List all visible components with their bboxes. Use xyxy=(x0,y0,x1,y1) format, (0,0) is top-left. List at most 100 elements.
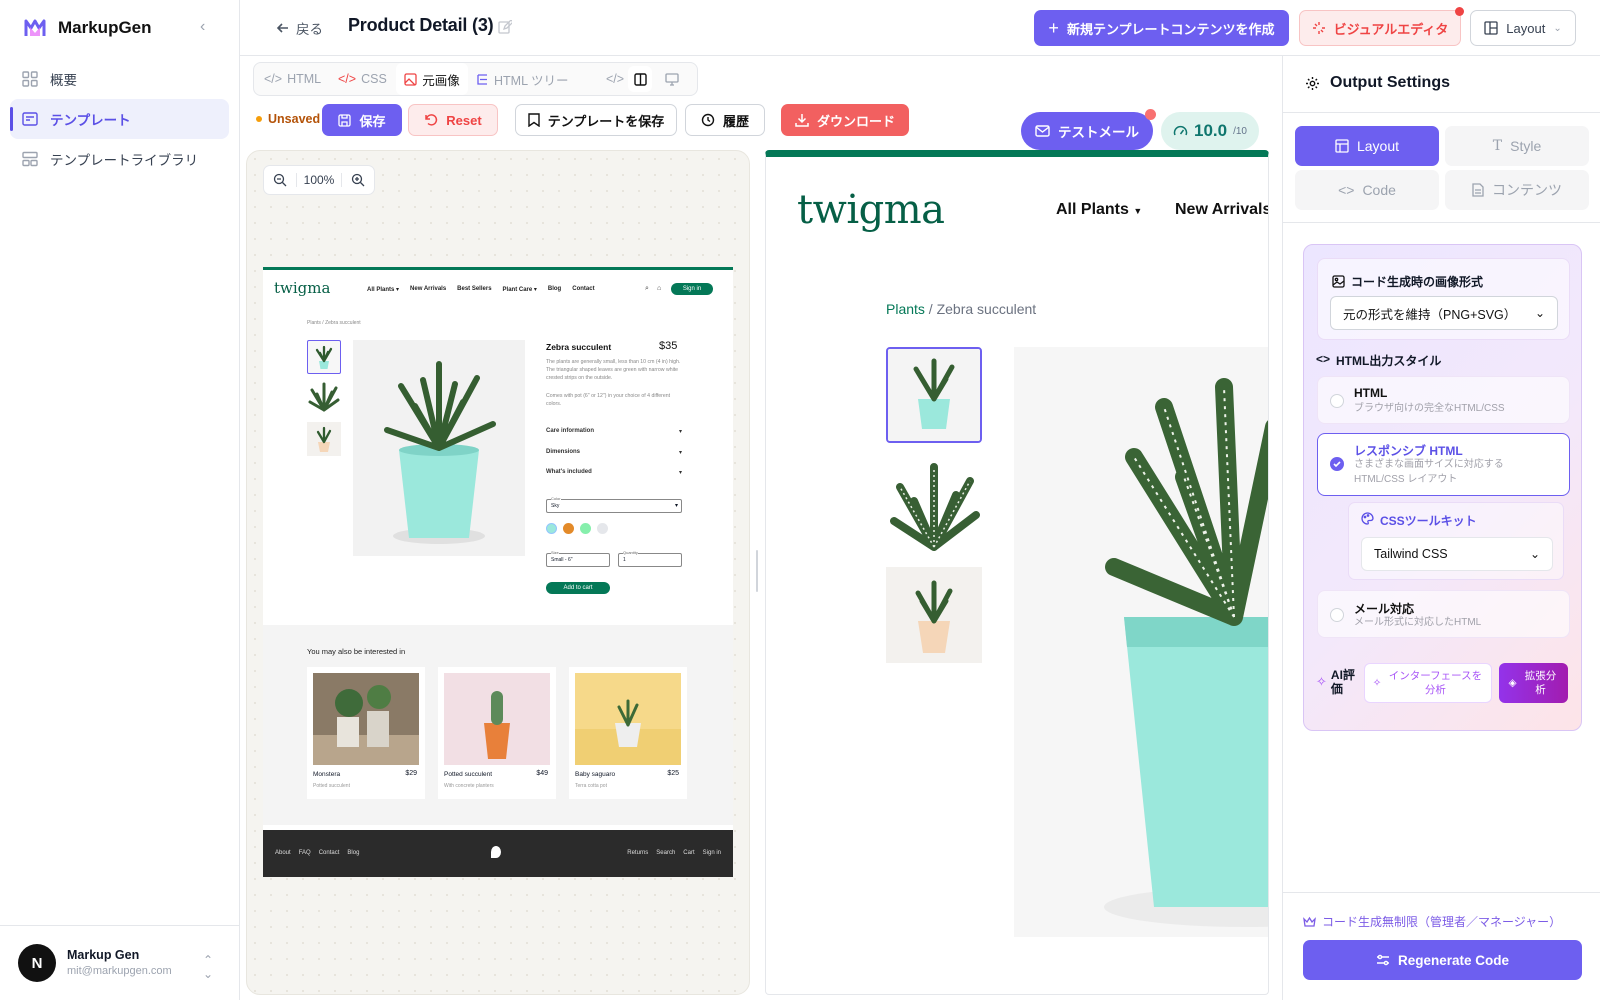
tab-html-tree[interactable]: HTML ツリー xyxy=(476,63,580,95)
tab-label: CSS xyxy=(361,72,387,86)
reset-button[interactable]: Reset xyxy=(408,104,498,136)
desktop-view-icon[interactable] xyxy=(660,63,684,95)
preview-main-image xyxy=(1014,347,1268,937)
user-name: Markup Gen xyxy=(67,948,140,962)
save-button[interactable]: 保存 xyxy=(322,104,402,136)
mini-related-sub: Potted succulent xyxy=(313,783,350,789)
mini-accordion-label: Care information xyxy=(546,428,595,434)
generation-limit-text: コード生成無制限（管理者／マネージャー） xyxy=(1322,915,1562,929)
sparkle-icon xyxy=(1312,21,1326,35)
option-email[interactable]: メール対応 メール形式に対応したHTML xyxy=(1317,590,1570,638)
brand[interactable]: MarkupGen xyxy=(24,14,152,42)
mini-footer: About FAQ Contact Blog Returns Search Ca… xyxy=(263,830,733,877)
regenerate-code-button[interactable]: Regenerate Code xyxy=(1303,940,1582,980)
sidebar-item-template-library[interactable]: テンプレートライブラリ xyxy=(10,139,229,179)
option-responsive-html[interactable]: レスポンシブ HTML さまざまな画面サイズに対応する HTML/CSS レイア… xyxy=(1317,433,1570,496)
source-preview-panel: 100% twigma All Plants ▾ New Arrivals Be… xyxy=(246,150,750,995)
image-format-value: 元の形式を維持（PNG+SVG） xyxy=(1343,307,1517,322)
notification-dot xyxy=(1455,7,1464,16)
edit-title-icon[interactable] xyxy=(498,20,512,34)
settings-title-text: Output Settings xyxy=(1330,74,1450,91)
quality-score-badge[interactable]: 10.0/10 xyxy=(1161,112,1259,150)
sidebar-item-templates[interactable]: テンプレート xyxy=(10,99,229,139)
gear-icon xyxy=(1305,76,1320,91)
mini-swatch xyxy=(597,523,608,534)
tab-code[interactable]: <> Code xyxy=(1295,170,1439,210)
tab-label: HTML xyxy=(287,72,322,86)
sidebar-item-overview[interactable]: 概要 xyxy=(10,59,229,99)
mini-footer-link: Cart xyxy=(683,850,695,856)
code-icon: </> xyxy=(264,72,283,86)
tab-label: Layout xyxy=(1356,138,1400,154)
split-view-icon[interactable] xyxy=(628,66,652,92)
test-mail-button[interactable]: テストメール xyxy=(1021,109,1156,150)
mini-nav-item: All Plants ▾ xyxy=(367,287,400,293)
header: 戻る Product Detail (3) + 新規テンプレートコンテンツを作成… xyxy=(240,0,1600,56)
sparkles-icon: ✧ xyxy=(1316,674,1327,689)
mini-footer-right: Returns Search Cart Sign in xyxy=(627,850,721,856)
mini-thumb xyxy=(307,380,341,414)
extended-analysis-label: 拡張分析 xyxy=(1524,670,1557,696)
back-button[interactable]: 戻る xyxy=(276,18,323,38)
settings-title: Output Settings xyxy=(1305,74,1450,92)
preview-thumb[interactable] xyxy=(886,567,982,663)
html-style-label: <> HTML出力スタイル xyxy=(1316,352,1441,369)
mini-nav-item: Plant Care ▾ xyxy=(502,287,537,293)
css-toolkit-value: Tailwind CSS xyxy=(1374,547,1448,561)
plus-icon: + xyxy=(1048,17,1059,38)
mini-desc: Comes with pot (6" or 12") in your choic… xyxy=(546,393,671,407)
sidebar-item-label: テンプレート xyxy=(50,113,131,128)
mini-related-price: $29 xyxy=(405,770,417,777)
chevron-updown-icon[interactable]: ⌃ ⌄ xyxy=(203,953,213,981)
tab-css[interactable]: </> CSS xyxy=(338,63,390,95)
radio-responsive-html[interactable] xyxy=(1330,457,1344,471)
tab-html[interactable]: </> HTML xyxy=(264,63,326,95)
tab-source-image[interactable]: 元画像 xyxy=(396,63,468,95)
breadcrumb-link[interactable]: Plants xyxy=(886,301,925,317)
collapse-sidebar-icon[interactable]: ‹ xyxy=(200,18,205,36)
zoom-in-icon[interactable] xyxy=(342,173,374,187)
mini-related-card: Baby saguaro $25 Terra cotta pot xyxy=(569,667,687,799)
resize-handle[interactable] xyxy=(756,550,758,592)
divider xyxy=(1283,222,1600,223)
tab-label: HTML ツリー xyxy=(494,73,569,88)
user-email: mit@markupgen.com xyxy=(67,965,172,977)
preview-nav-all-plants[interactable]: All Plants ▼ xyxy=(1056,201,1142,219)
tab-style[interactable]: T Style xyxy=(1445,126,1589,166)
preview-nav-new-arrivals[interactable]: New Arrivals xyxy=(1175,201,1268,219)
mini-related-sub: Terra cotta pot xyxy=(575,783,607,789)
zoom-control: 100% xyxy=(263,165,375,195)
preview-thumb[interactable] xyxy=(886,457,982,553)
css-toolkit-label: CSSツールキット xyxy=(1361,512,1477,529)
mini-footer-link: FAQ xyxy=(298,850,311,856)
visual-editor-button[interactable]: ビジュアルエディタ xyxy=(1299,7,1464,46)
history-button[interactable]: 履歴 xyxy=(685,104,765,136)
radio-email[interactable] xyxy=(1330,608,1344,622)
mini-logo: twigma xyxy=(274,279,331,297)
history-icon xyxy=(701,113,715,127)
preview-thumb[interactable] xyxy=(886,347,982,443)
layout-dropdown[interactable]: Layout ⌄ xyxy=(1470,10,1576,46)
option-html[interactable]: HTML ブラウザ向けの完全なHTML/CSS xyxy=(1317,376,1570,424)
radio-html[interactable] xyxy=(1330,394,1344,408)
user-menu[interactable]: N Markup Gen mit@markupgen.com ⌃ ⌄ xyxy=(0,925,240,1000)
save-label: 保存 xyxy=(359,113,386,129)
image-format-select[interactable]: 元の形式を維持（PNG+SVG） ⌄ xyxy=(1330,296,1558,330)
extended-analysis-button[interactable]: ◈ 拡張分析 xyxy=(1499,663,1568,703)
css-toolkit-select[interactable]: Tailwind CSS ⌄ xyxy=(1361,537,1553,571)
layout-icon xyxy=(1335,139,1349,153)
view-tabs: </> HTML </> CSS 元画像 HTML ツリー </> xyxy=(253,62,698,96)
tree-icon xyxy=(476,73,489,86)
new-template-content-button[interactable]: + 新規テンプレートコンテンツを作成 xyxy=(1034,10,1289,46)
mini-footer-leaf-icon xyxy=(491,846,501,858)
mini-size-select: Size Small - 6" xyxy=(546,550,610,567)
tab-content[interactable]: コンテンツ xyxy=(1445,170,1589,210)
analyze-interface-button[interactable]: ✧ インターフェースを分析 xyxy=(1364,663,1492,703)
tab-layout[interactable]: Layout xyxy=(1295,126,1439,166)
save-template-button[interactable]: テンプレートを保存 xyxy=(515,104,677,136)
code-view-icon[interactable]: </> xyxy=(606,63,624,95)
divider xyxy=(1283,892,1600,893)
preview-logo: twigma xyxy=(797,187,945,233)
zoom-out-icon[interactable] xyxy=(264,173,296,187)
download-button[interactable]: ダウンロード xyxy=(781,104,909,136)
